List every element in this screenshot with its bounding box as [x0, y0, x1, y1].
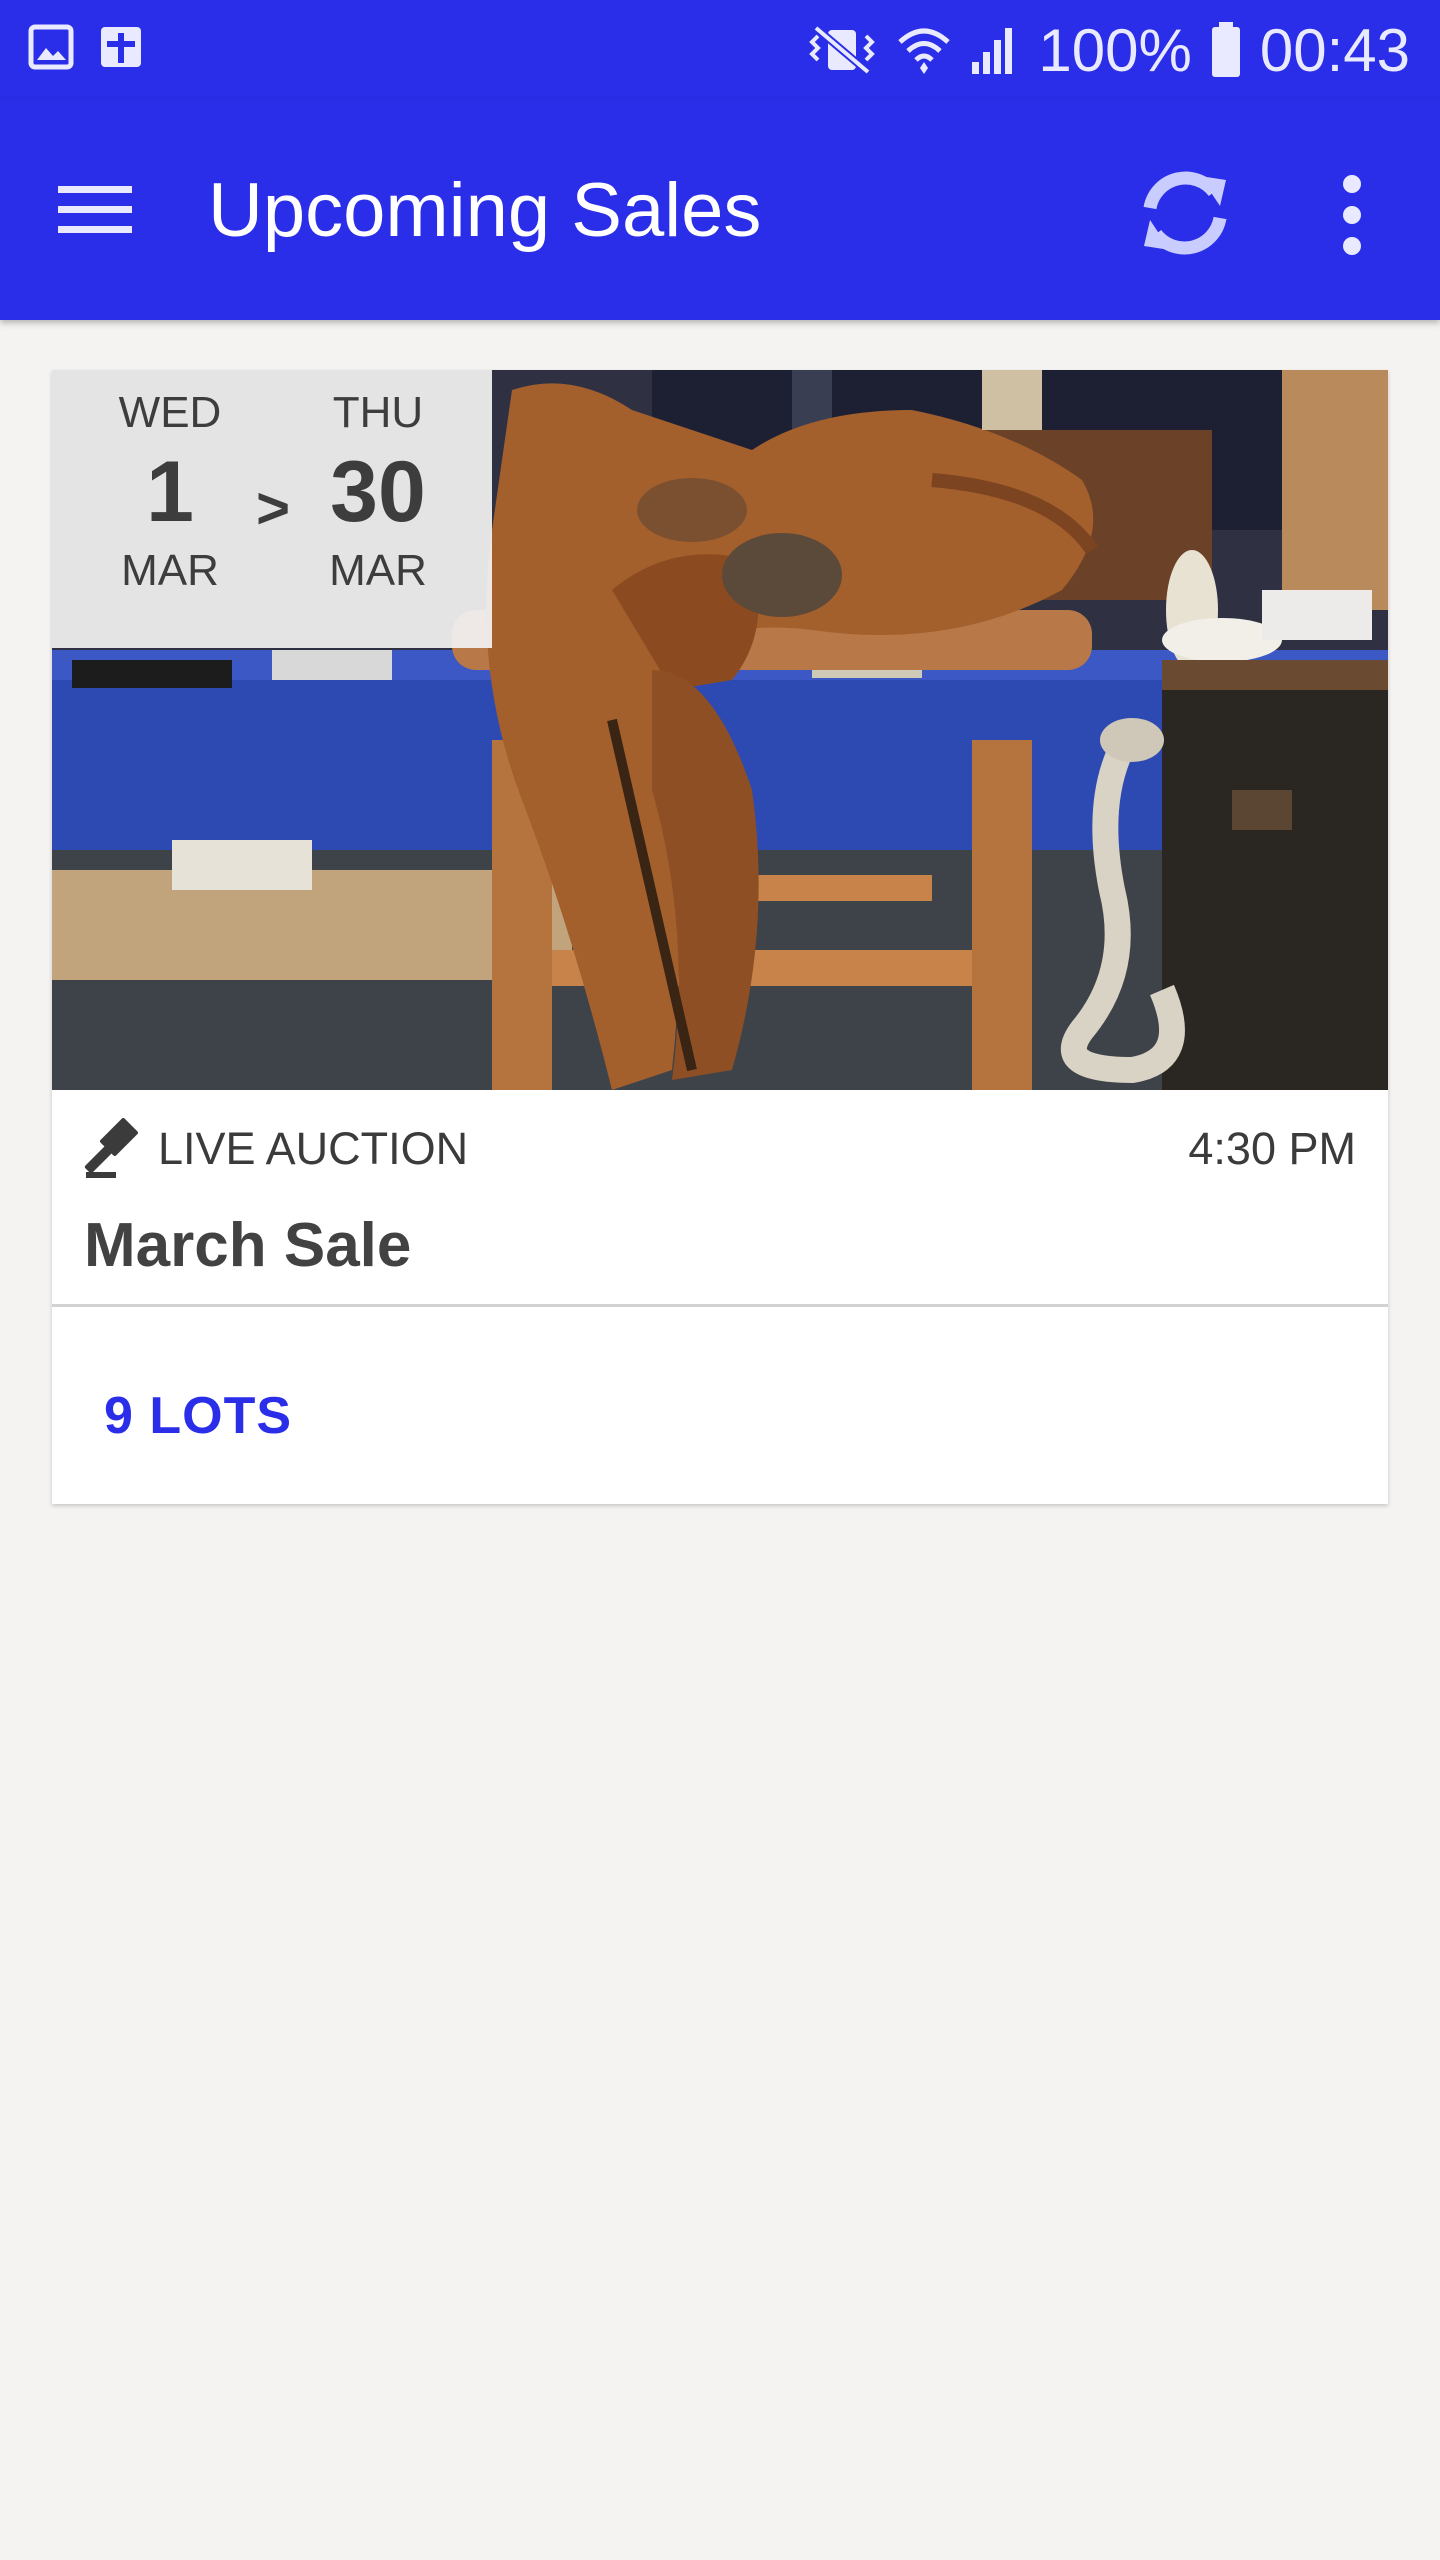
sale-type: LIVE AUCTION	[158, 1123, 469, 1174]
gavel-icon	[84, 1118, 138, 1178]
start-month: MAR	[121, 546, 219, 595]
start-day: 1	[146, 444, 194, 540]
notification-icons	[28, 24, 144, 75]
system-status: 100% 00:43	[804, 14, 1410, 86]
sale-card[interactable]: WED 1 MAR > THU 30 MAR LIVE AUCTION 4:30…	[52, 370, 1388, 1504]
refresh-icon	[1143, 171, 1227, 255]
end-month: MAR	[329, 546, 427, 595]
date-range: WED 1 MAR > THU 30 MAR	[52, 370, 492, 648]
battery-percent: 100%	[1038, 16, 1192, 84]
refresh-button[interactable]	[1130, 158, 1240, 268]
clock: 00:43	[1259, 16, 1410, 84]
end-day-of-week: THU	[332, 388, 424, 437]
calendar-plus-icon	[98, 24, 144, 75]
sale-time: 4:30 PM	[1188, 1123, 1356, 1174]
sale-image: WED 1 MAR > THU 30 MAR	[52, 370, 1388, 1090]
menu-button[interactable]	[56, 180, 136, 240]
start-day-of-week: WED	[118, 388, 222, 437]
image-icon	[28, 24, 74, 75]
sale-name: March Sale	[84, 1211, 412, 1280]
sale-details: LIVE AUCTION 4:30 PM March Sale	[52, 1090, 1388, 1304]
signal-icon	[968, 24, 1020, 76]
battery-icon	[1210, 22, 1242, 78]
menu-icon	[58, 186, 132, 233]
status-bar: 100% 00:43	[0, 0, 1440, 100]
end-day: 30	[330, 444, 426, 540]
page-title: Upcoming Sales	[208, 168, 762, 253]
app-bar: Upcoming Sales	[0, 100, 1440, 320]
vibrate-mute-icon	[804, 22, 880, 78]
lots-button[interactable]: 9 LOTS	[104, 1384, 292, 1448]
start-date: WED 1 MAR	[80, 388, 260, 596]
more-options-button[interactable]	[1322, 170, 1382, 260]
divider	[52, 1304, 1388, 1307]
wifi-icon	[898, 24, 951, 76]
end-date: THU 30 MAR	[288, 388, 468, 596]
more-vert-icon	[1343, 175, 1361, 255]
